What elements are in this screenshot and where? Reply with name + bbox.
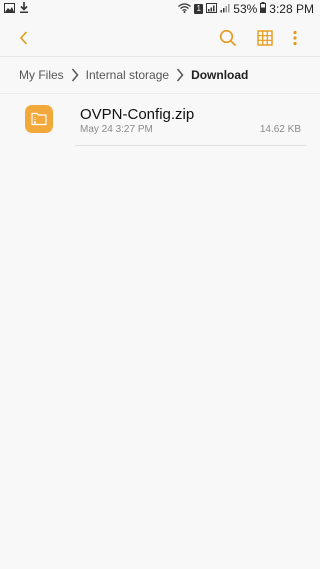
chevron-right-icon [176, 68, 184, 82]
search-icon [219, 29, 237, 47]
toolbar [0, 18, 320, 56]
battery-icon [260, 2, 267, 16]
back-icon [19, 31, 28, 45]
download-icon [19, 2, 29, 16]
back-button[interactable] [12, 26, 36, 50]
grid-view-button[interactable] [253, 26, 277, 50]
file-name: OVPN-Config.zip [80, 106, 195, 123]
file-list-item[interactable]: OVPN-Config.zip May 24 3:27 PM 14.62 KB [0, 94, 320, 152]
wifi-icon [178, 2, 192, 16]
breadcrumb-download[interactable]: Download [191, 68, 248, 82]
file-date: May 24 3:27 PM [80, 124, 153, 135]
battery-percent: 53% [233, 2, 258, 16]
chevron-right-icon [71, 68, 79, 82]
sim-badge: 1 [194, 4, 204, 14]
breadcrumb-my-files[interactable]: My Files [19, 68, 64, 82]
more-icon [293, 30, 297, 46]
clock: 3:28 PM [269, 2, 314, 16]
zip-folder-icon [25, 105, 53, 133]
status-bar: 1 53% 3:28 PM [0, 0, 320, 18]
image-icon [4, 2, 15, 16]
more-options-button[interactable] [283, 26, 307, 50]
row-divider [75, 145, 306, 146]
search-button[interactable] [216, 26, 240, 50]
grid-view-icon [257, 30, 273, 46]
signal-2-icon [220, 2, 230, 16]
breadcrumb: My Files Internal storage Download [0, 57, 320, 93]
breadcrumb-internal-storage[interactable]: Internal storage [86, 68, 169, 82]
file-size: 14.62 KB [259, 124, 301, 135]
signal-icon [206, 2, 218, 16]
